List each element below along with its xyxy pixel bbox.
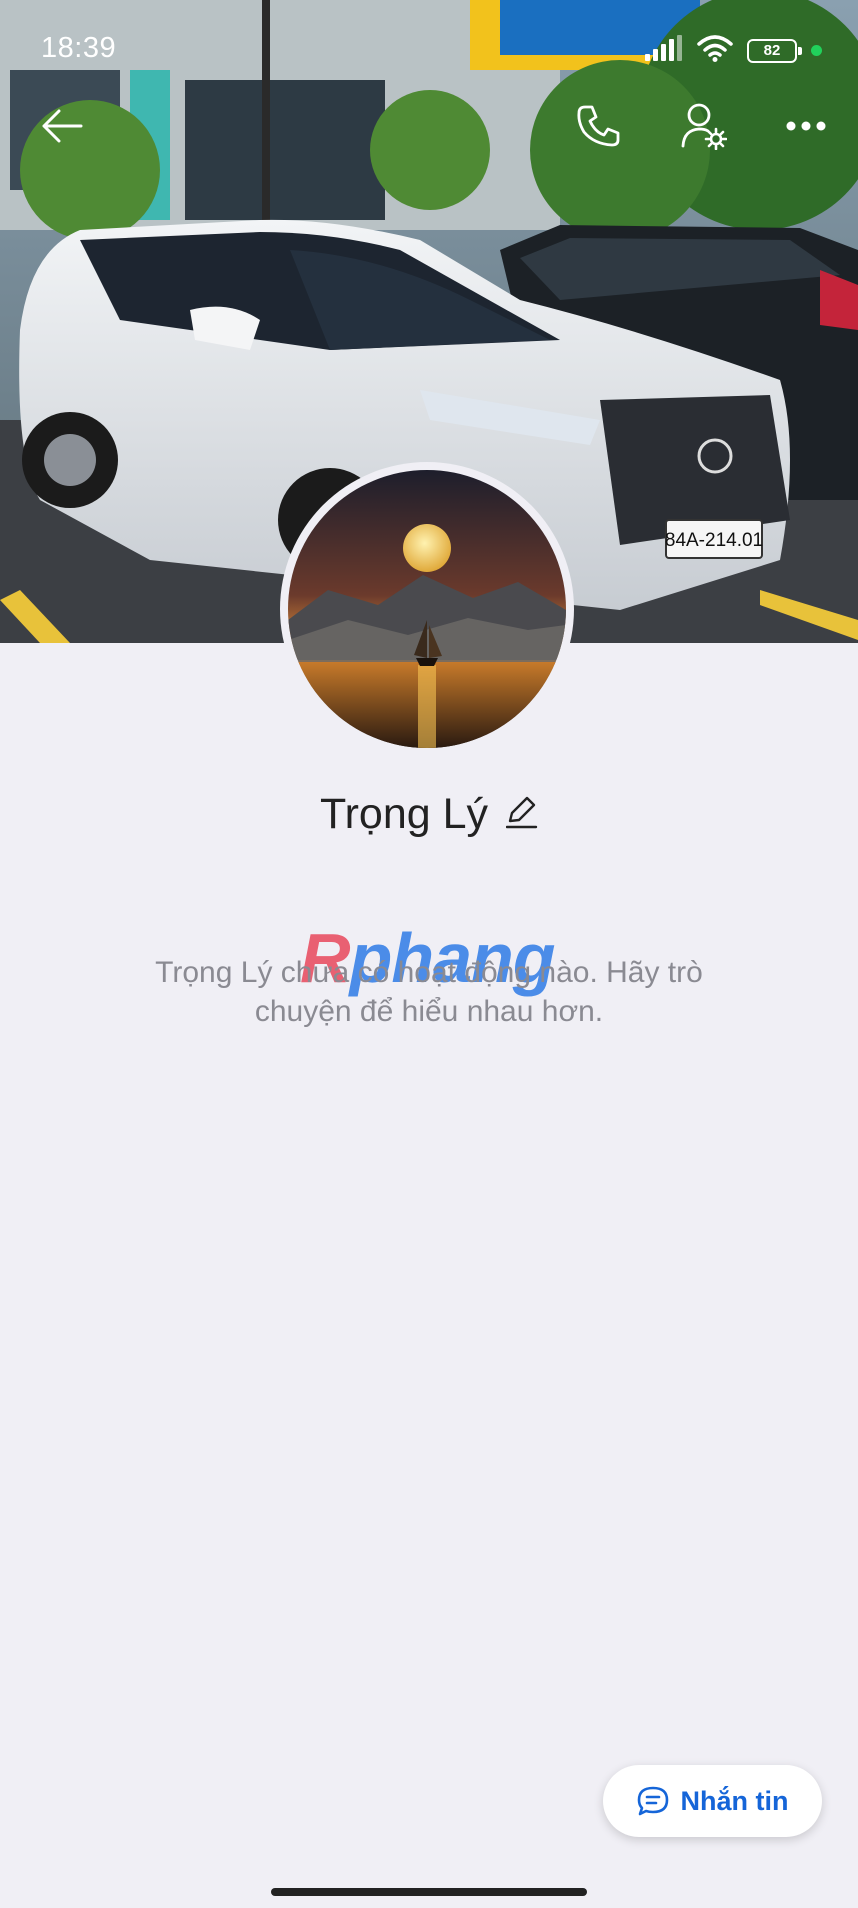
message-button[interactable]: Nhắn tin [603, 1765, 822, 1837]
profile-avatar[interactable] [280, 462, 574, 756]
back-button[interactable] [36, 100, 88, 152]
phone-icon [577, 105, 620, 147]
more-icon [786, 121, 826, 131]
call-button[interactable] [572, 100, 624, 152]
edit-pencil-icon [505, 796, 538, 829]
top-action-bar [0, 96, 858, 156]
avatar-image [288, 470, 566, 748]
back-arrow-icon [42, 109, 83, 143]
battery-icon: 82 [747, 38, 802, 63]
more-options-button[interactable] [780, 100, 832, 152]
status-time: 18:39 [41, 32, 117, 64]
empty-activity-message: Trọng Lý chưa có hoạt động nào. Hãy trò … [155, 956, 703, 1028]
chat-bubble-icon [637, 1786, 668, 1816]
signal-icon [645, 35, 683, 66]
profile-name-row: Trọng Lý [0, 790, 858, 839]
status-icons: 82 [645, 34, 822, 67]
license-plate: 84A-214.01 [665, 530, 763, 551]
profile-settings-button[interactable] [676, 98, 732, 154]
profile-name: Trọng Lý [319, 790, 489, 838]
user-settings-icon [681, 103, 727, 150]
privacy-indicator-dot [811, 45, 822, 56]
edit-name-button[interactable] [505, 795, 538, 834]
message-button-label: Nhắn tin [680, 1785, 789, 1816]
status-bar: 18:39 82 [0, 0, 858, 96]
wifi-icon [697, 34, 733, 67]
home-indicator[interactable] [271, 1888, 587, 1896]
